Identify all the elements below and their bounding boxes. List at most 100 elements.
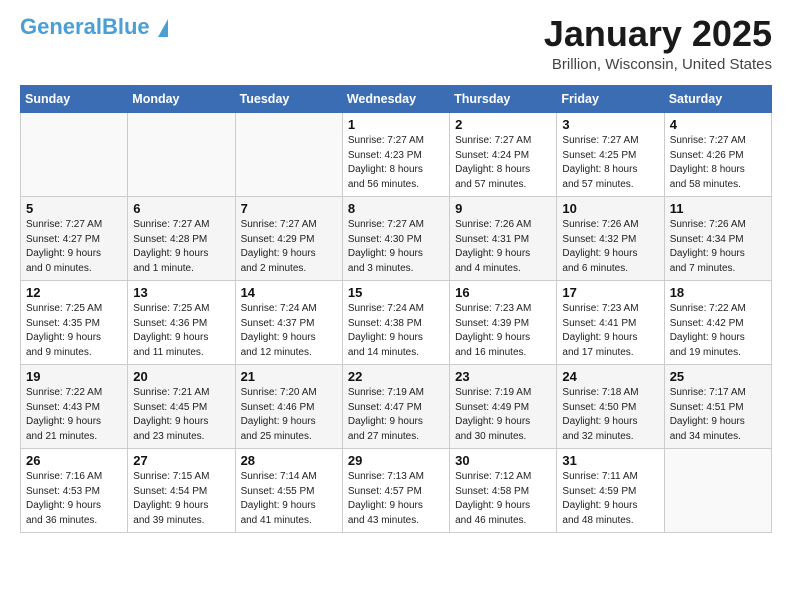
day-of-week-header: Tuesday <box>235 86 342 113</box>
calendar-body: 1Sunrise: 7:27 AM Sunset: 4:23 PM Daylig… <box>21 113 772 533</box>
day-info: Sunrise: 7:20 AM Sunset: 4:46 PM Dayligh… <box>241 386 337 444</box>
calendar-week-row: 19 Sunrise: 7:22 AM Sunset: 4:43 PM Dayli… <box>21 365 772 449</box>
calendar-cell: 13 Sunrise: 7:25 AM Sunset: 4:36 PM Dayli… <box>128 281 235 365</box>
day-info: Sunrise: 7:26 AM Sunset: 4:31 PM Dayligh… <box>455 218 551 276</box>
logo-triangle-icon <box>158 19 168 37</box>
day-number: 9 <box>455 201 551 216</box>
day-number: 19 <box>26 369 122 384</box>
calendar-cell: 7Sunrise: 7:27 AM Sunset: 4:29 PM Daylig… <box>235 197 342 281</box>
day-info: Sunrise: 7:26 AM Sunset: 4:34 PM Dayligh… <box>670 218 766 276</box>
day-info: Sunrise: 7:25 AM Sunset: 4:35 PM Dayligh… <box>26 302 122 360</box>
logo-text: GeneralBlue <box>20 16 168 38</box>
day-info: Sunrise: 7:23 AM Sunset: 4:41 PM Dayligh… <box>562 302 658 360</box>
day-info: Sunrise: 7:23 AM Sunset: 4:39 PM Dayligh… <box>455 302 551 360</box>
day-info: Sunrise: 7:22 AM Sunset: 4:42 PM Dayligh… <box>670 302 766 360</box>
day-of-week-header: Wednesday <box>342 86 449 113</box>
day-info: Sunrise: 7:24 AM Sunset: 4:38 PM Dayligh… <box>348 302 444 360</box>
location: Brillion, Wisconsin, United States <box>544 56 772 73</box>
day-number: 23 <box>455 369 551 384</box>
day-number: 2 <box>455 117 551 132</box>
calendar-cell: 9 Sunrise: 7:26 AM Sunset: 4:31 PM Daylig… <box>450 197 557 281</box>
calendar-cell: 16Sunrise: 7:23 AM Sunset: 4:39 PM Dayli… <box>450 281 557 365</box>
day-info: Sunrise: 7:27 AM Sunset: 4:25 PM Dayligh… <box>562 134 658 192</box>
calendar-cell: 20Sunrise: 7:21 AM Sunset: 4:45 PM Dayli… <box>128 365 235 449</box>
day-of-week-header: Saturday <box>664 86 771 113</box>
day-info: Sunrise: 7:16 AM Sunset: 4:53 PM Dayligh… <box>26 470 122 528</box>
day-number: 12 <box>26 285 122 300</box>
day-info: Sunrise: 7:25 AM Sunset: 4:36 PM Dayligh… <box>133 302 229 360</box>
day-info: Sunrise: 7:15 AM Sunset: 4:54 PM Dayligh… <box>133 470 229 528</box>
calendar-cell: 8Sunrise: 7:27 AM Sunset: 4:30 PM Daylig… <box>342 197 449 281</box>
logo: GeneralBlue <box>20 16 168 38</box>
calendar-week-row: 1Sunrise: 7:27 AM Sunset: 4:23 PM Daylig… <box>21 113 772 197</box>
calendar-cell: 25Sunrise: 7:17 AM Sunset: 4:51 PM Dayli… <box>664 365 771 449</box>
calendar-cell <box>235 113 342 197</box>
calendar-cell: 23 Sunrise: 7:19 AM Sunset: 4:49 PM Dayli… <box>450 365 557 449</box>
calendar-cell: 6 Sunrise: 7:27 AM Sunset: 4:28 PM Daylig… <box>128 197 235 281</box>
calendar-cell: 18 Sunrise: 7:22 AM Sunset: 4:42 PM Dayli… <box>664 281 771 365</box>
day-number: 21 <box>241 369 337 384</box>
day-number: 13 <box>133 285 229 300</box>
day-of-week-header: Sunday <box>21 86 128 113</box>
day-number: 31 <box>562 453 658 468</box>
day-number: 27 <box>133 453 229 468</box>
calendar-cell: 17 Sunrise: 7:23 AM Sunset: 4:41 PM Dayli… <box>557 281 664 365</box>
day-number: 18 <box>670 285 766 300</box>
calendar-cell: 24Sunrise: 7:18 AM Sunset: 4:50 PM Dayli… <box>557 365 664 449</box>
calendar-cell: 19 Sunrise: 7:22 AM Sunset: 4:43 PM Dayli… <box>21 365 128 449</box>
day-info: Sunrise: 7:27 AM Sunset: 4:29 PM Dayligh… <box>241 218 337 276</box>
day-info: Sunrise: 7:11 AM Sunset: 4:59 PM Dayligh… <box>562 470 658 528</box>
day-info: Sunrise: 7:27 AM Sunset: 4:28 PM Dayligh… <box>133 218 229 276</box>
day-info: Sunrise: 7:12 AM Sunset: 4:58 PM Dayligh… <box>455 470 551 528</box>
calendar-cell: 5 Sunrise: 7:27 AM Sunset: 4:27 PM Daylig… <box>21 197 128 281</box>
calendar-cell: 21 Sunrise: 7:20 AM Sunset: 4:46 PM Dayli… <box>235 365 342 449</box>
calendar-cell: 22Sunrise: 7:19 AM Sunset: 4:47 PM Dayli… <box>342 365 449 449</box>
calendar-cell <box>21 113 128 197</box>
day-info: Sunrise: 7:24 AM Sunset: 4:37 PM Dayligh… <box>241 302 337 360</box>
day-info: Sunrise: 7:18 AM Sunset: 4:50 PM Dayligh… <box>562 386 658 444</box>
calendar-cell: 30 Sunrise: 7:12 AM Sunset: 4:58 PM Dayli… <box>450 449 557 533</box>
calendar-cell: 2 Sunrise: 7:27 AM Sunset: 4:24 PM Daylig… <box>450 113 557 197</box>
day-info: Sunrise: 7:27 AM Sunset: 4:26 PM Dayligh… <box>670 134 766 192</box>
calendar-cell: 12 Sunrise: 7:25 AM Sunset: 4:35 PM Dayli… <box>21 281 128 365</box>
logo-blue: Blue <box>102 14 150 39</box>
calendar-cell: 1Sunrise: 7:27 AM Sunset: 4:23 PM Daylig… <box>342 113 449 197</box>
day-info: Sunrise: 7:27 AM Sunset: 4:24 PM Dayligh… <box>455 134 551 192</box>
day-number: 11 <box>670 201 766 216</box>
calendar-cell: 26Sunrise: 7:16 AM Sunset: 4:53 PM Dayli… <box>21 449 128 533</box>
day-number: 14 <box>241 285 337 300</box>
calendar-cell <box>664 449 771 533</box>
calendar-cell: 3Sunrise: 7:27 AM Sunset: 4:25 PM Daylig… <box>557 113 664 197</box>
calendar-cell: 10Sunrise: 7:26 AM Sunset: 4:32 PM Dayli… <box>557 197 664 281</box>
calendar-cell: 27 Sunrise: 7:15 AM Sunset: 4:54 PM Dayli… <box>128 449 235 533</box>
calendar-week-row: 5 Sunrise: 7:27 AM Sunset: 4:27 PM Daylig… <box>21 197 772 281</box>
logo-general: General <box>20 14 102 39</box>
day-number: 22 <box>348 369 444 384</box>
day-info: Sunrise: 7:27 AM Sunset: 4:30 PM Dayligh… <box>348 218 444 276</box>
calendar-cell: 4Sunrise: 7:27 AM Sunset: 4:26 PM Daylig… <box>664 113 771 197</box>
day-number: 17 <box>562 285 658 300</box>
day-of-week-header: Monday <box>128 86 235 113</box>
day-info: Sunrise: 7:27 AM Sunset: 4:27 PM Dayligh… <box>26 218 122 276</box>
day-number: 6 <box>133 201 229 216</box>
day-info: Sunrise: 7:26 AM Sunset: 4:32 PM Dayligh… <box>562 218 658 276</box>
page-header: GeneralBlue January 2025 Brillion, Wisco… <box>20 16 772 73</box>
day-info: Sunrise: 7:27 AM Sunset: 4:23 PM Dayligh… <box>348 134 444 192</box>
day-number: 29 <box>348 453 444 468</box>
day-info: Sunrise: 7:22 AM Sunset: 4:43 PM Dayligh… <box>26 386 122 444</box>
day-info: Sunrise: 7:13 AM Sunset: 4:57 PM Dayligh… <box>348 470 444 528</box>
calendar-cell: 15Sunrise: 7:24 AM Sunset: 4:38 PM Dayli… <box>342 281 449 365</box>
calendar-cell: 29 Sunrise: 7:13 AM Sunset: 4:57 PM Dayli… <box>342 449 449 533</box>
header-row: SundayMondayTuesdayWednesdayThursdayFrid… <box>21 86 772 113</box>
day-of-week-header: Friday <box>557 86 664 113</box>
calendar-week-row: 26Sunrise: 7:16 AM Sunset: 4:53 PM Dayli… <box>21 449 772 533</box>
day-number: 20 <box>133 369 229 384</box>
day-number: 30 <box>455 453 551 468</box>
calendar-cell: 14 Sunrise: 7:24 AM Sunset: 4:37 PM Dayli… <box>235 281 342 365</box>
day-info: Sunrise: 7:19 AM Sunset: 4:49 PM Dayligh… <box>455 386 551 444</box>
title-block: January 2025 Brillion, Wisconsin, United… <box>544 16 772 73</box>
day-number: 5 <box>26 201 122 216</box>
calendar-week-row: 12 Sunrise: 7:25 AM Sunset: 4:35 PM Dayli… <box>21 281 772 365</box>
calendar-table: SundayMondayTuesdayWednesdayThursdayFrid… <box>20 85 772 533</box>
calendar-cell: 31 Sunrise: 7:11 AM Sunset: 4:59 PM Dayli… <box>557 449 664 533</box>
